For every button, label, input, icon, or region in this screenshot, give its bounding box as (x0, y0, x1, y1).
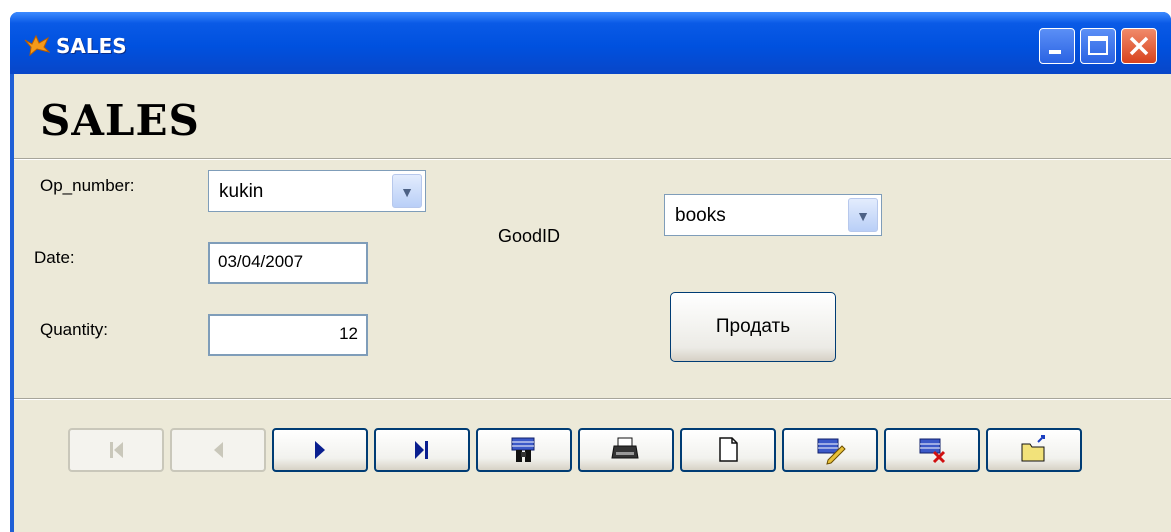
window-title: SALES (56, 34, 127, 58)
quantity-field[interactable]: 12 (208, 314, 368, 356)
chevron-down-icon[interactable]: ▼ (392, 174, 422, 208)
find-binoculars-icon (511, 437, 535, 462)
form-heading: SALES (40, 96, 200, 145)
fox-app-icon (24, 34, 50, 56)
previous-record-button[interactable] (170, 428, 266, 472)
printer-icon (611, 437, 639, 459)
next-record-icon (315, 441, 325, 459)
close-button[interactable] (1121, 28, 1157, 64)
title-bar[interactable]: SALES (10, 12, 1171, 74)
find-button[interactable] (476, 428, 572, 472)
first-record-button[interactable] (68, 428, 164, 472)
top-divider (14, 158, 1171, 160)
date-label: Date: (34, 248, 75, 267)
date-field[interactable]: 03/04/2007 (208, 242, 368, 284)
exit-folder-icon (1021, 435, 1045, 462)
op-number-label: Op_number: (40, 176, 135, 195)
next-record-button[interactable] (272, 428, 368, 472)
delete-record-icon (919, 438, 946, 464)
new-record-button[interactable] (680, 428, 776, 472)
good-id-value: books (675, 205, 726, 226)
bottom-divider (14, 398, 1171, 400)
close-icon (1129, 36, 1149, 56)
maximize-icon (1088, 36, 1108, 55)
sales-window: SALES SALES Op_number: kukin ▼ Date: 03/… (10, 12, 1171, 532)
good-id-combobox[interactable]: books ▼ (664, 194, 882, 236)
new-document-icon (719, 437, 738, 462)
edit-record-button[interactable] (782, 428, 878, 472)
exit-button[interactable] (986, 428, 1082, 472)
last-record-button[interactable] (374, 428, 470, 472)
maximize-button[interactable] (1080, 28, 1116, 64)
minimize-button[interactable] (1039, 28, 1075, 64)
chevron-down-icon[interactable]: ▼ (848, 198, 878, 232)
previous-record-icon (214, 442, 223, 458)
first-record-icon (110, 442, 123, 458)
quantity-label: Quantity: (40, 320, 109, 339)
op-number-value: kukin (219, 181, 264, 202)
op-number-combobox[interactable]: kukin ▼ (208, 170, 426, 212)
good-id-label: GoodID (498, 226, 561, 246)
edit-record-icon (817, 438, 846, 465)
last-record-icon (415, 441, 428, 459)
print-button[interactable] (578, 428, 674, 472)
form-client-area: SALES Op_number: kukin ▼ Date: 03/04/200… (14, 74, 1171, 532)
delete-record-button[interactable] (884, 428, 980, 472)
sell-button[interactable]: Продать (670, 292, 836, 362)
minimize-icon (1049, 50, 1061, 54)
